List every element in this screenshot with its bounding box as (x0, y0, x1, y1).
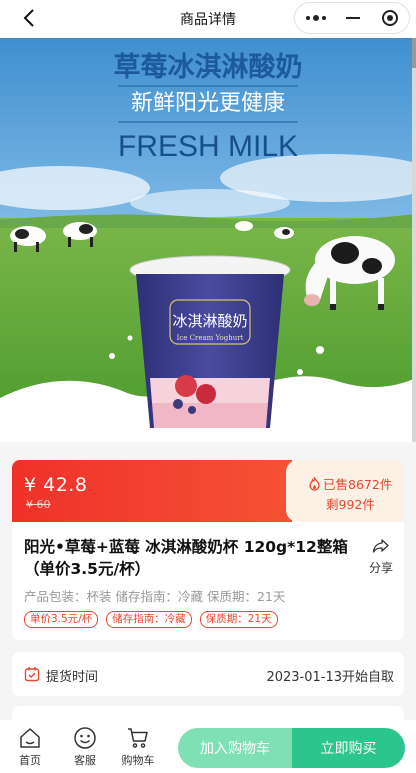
sold-count: 已售8672件 (323, 477, 393, 492)
more-button[interactable] (297, 3, 335, 33)
scrollbar-thumb[interactable] (412, 38, 416, 68)
pickup-time-label: 提货时间 (46, 670, 99, 685)
price-banner: ¥ 42.8 ¥ 60 已售8672件 剩992件 (12, 460, 404, 522)
home-tab[interactable]: 首页 (5, 726, 55, 768)
cart-label: 购物车 (121, 754, 155, 767)
customer-service-tab[interactable]: 客服 (60, 726, 110, 768)
smiley-icon (74, 727, 96, 749)
cup-label: 冰淇淋酸奶 (172, 312, 247, 330)
add-to-cart-button[interactable]: 加入购物车 (178, 728, 292, 768)
product-hero-image[interactable]: 草莓冰淇淋酸奶 新鲜阳光更健康 FRESH MILK 冰淇淋酸奶 Ice Cre… (0, 38, 416, 442)
share-label: 分享 (368, 561, 393, 575)
hero-subline: 新鲜阳光更健康 (131, 91, 285, 116)
product-tags: 单价3.5元/杯 储存指南：冷藏 保质期：21天 (24, 611, 278, 628)
cart-tab[interactable]: 购物车 (113, 726, 163, 768)
mini-program-capsule (294, 2, 410, 34)
shopping-cart-icon (128, 728, 148, 748)
customer-service-label: 客服 (74, 754, 96, 767)
cup-sub-label: Ice Cream Yoghurt (177, 334, 244, 342)
minimize-button[interactable] (334, 3, 372, 33)
navigation-bar: 商品详情 (0, 0, 416, 38)
tag-storage: 储存指南：冷藏 (106, 611, 192, 628)
product-specs: 产品包装：杯装 储存指南：冷藏 保质期：21天 (24, 589, 286, 604)
hero-english: FRESH MILK (118, 130, 298, 163)
product-title: 阳光•草莓+蓝莓 冰淇淋酸奶杯 120g*12整箱（单价3.5元/杯） (24, 538, 348, 578)
tag-unit-price: 单价3.5元/杯 (24, 611, 99, 628)
current-price: ¥ 42.8 (24, 474, 88, 496)
more-dots-icon (306, 15, 326, 21)
original-price: ¥ 60 (26, 498, 51, 511)
pickup-time-value: 2023-01-13开始自取 (266, 670, 394, 685)
scrollbar-track[interactable] (412, 38, 416, 442)
tag-shelf-life: 保质期：21天 (199, 611, 278, 628)
minimize-icon (346, 17, 360, 19)
close-button[interactable] (371, 3, 409, 33)
fire-icon (309, 476, 320, 491)
close-circle-icon (382, 10, 398, 26)
share-button[interactable]: 分享 (366, 538, 396, 576)
buy-now-button[interactable]: 立即购买 (292, 728, 405, 768)
hero-headline: 草莓冰淇淋酸奶 (114, 52, 303, 83)
calendar-check-icon (24, 667, 40, 682)
price-panel: ¥ 42.8 ¥ 60 (12, 460, 292, 522)
home-label: 首页 (19, 754, 41, 767)
pickup-time-row[interactable]: 提货时间 2023-01-13开始自取 (12, 652, 404, 696)
remaining-count: 剩992件 (326, 497, 375, 512)
bottom-action-bar: 首页 客服 购物车 加入购物车 立即购买 (0, 720, 416, 773)
product-info-card: 阳光•草莓+蓝莓 冰淇淋酸奶杯 120g*12整箱（单价3.5元/杯） 分享 产… (12, 522, 404, 640)
home-icon (20, 728, 40, 748)
yogurt-cup-image: 冰淇淋酸奶 Ice Cream Yoghurt (129, 255, 291, 428)
share-icon (372, 539, 389, 553)
sales-panel: 已售8672件 剩992件 (286, 460, 404, 522)
